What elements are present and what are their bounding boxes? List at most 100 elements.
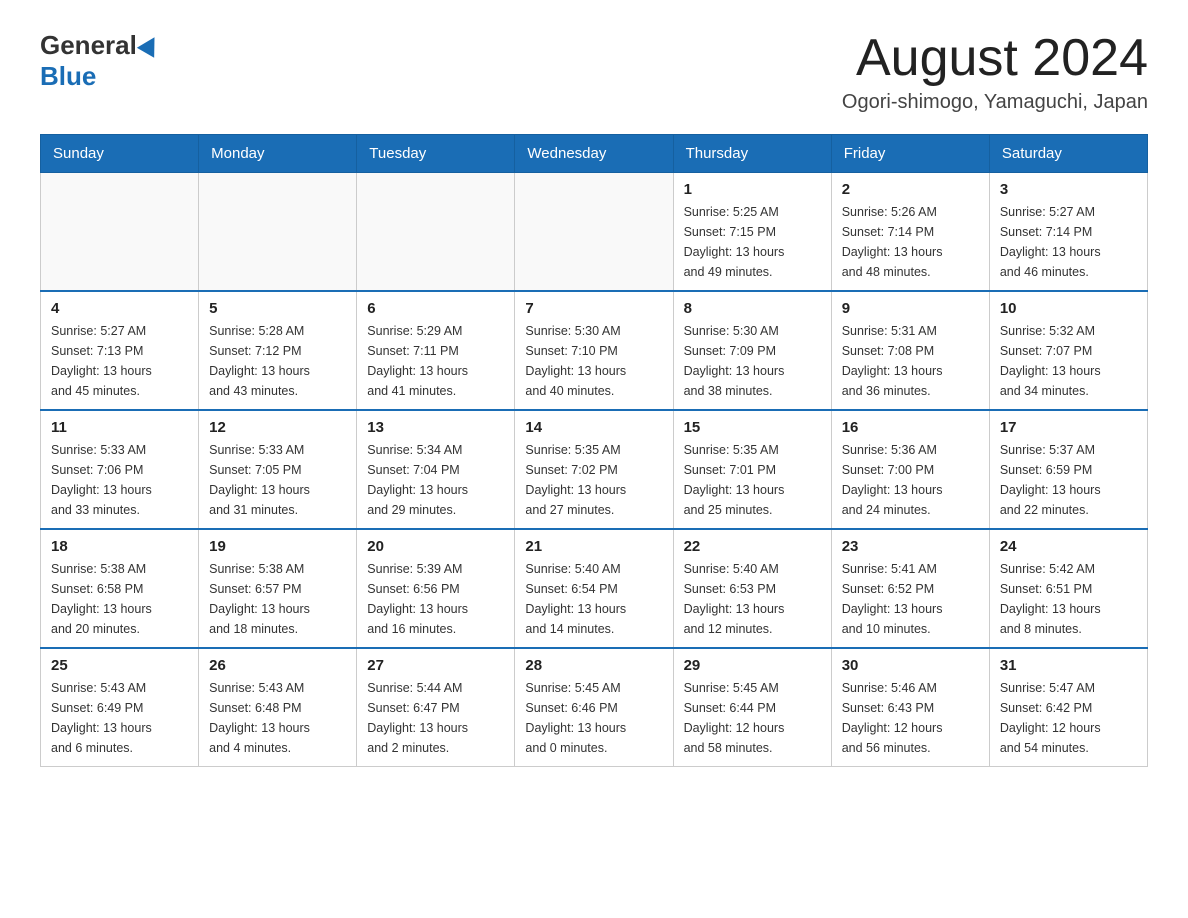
day-number: 9 [842,300,979,317]
month-title: August 2024 [842,30,1148,87]
logo-general-text: General [40,30,137,61]
weekday-header-friday: Friday [831,135,989,173]
day-info: Sunrise: 5:42 AM Sunset: 6:51 PM Dayligh… [1000,559,1137,639]
day-number: 28 [525,657,662,674]
day-number: 1 [684,181,821,198]
day-info: Sunrise: 5:37 AM Sunset: 6:59 PM Dayligh… [1000,440,1137,520]
calendar-cell: 21Sunrise: 5:40 AM Sunset: 6:54 PM Dayli… [515,529,673,648]
day-number: 31 [1000,657,1137,674]
day-info: Sunrise: 5:38 AM Sunset: 6:57 PM Dayligh… [209,559,346,639]
logo-triangle-icon [137,32,163,58]
day-number: 24 [1000,538,1137,555]
calendar-cell: 13Sunrise: 5:34 AM Sunset: 7:04 PM Dayli… [357,410,515,529]
weekday-header-wednesday: Wednesday [515,135,673,173]
day-info: Sunrise: 5:35 AM Sunset: 7:02 PM Dayligh… [525,440,662,520]
calendar-cell: 3Sunrise: 5:27 AM Sunset: 7:14 PM Daylig… [989,173,1147,292]
day-info: Sunrise: 5:39 AM Sunset: 6:56 PM Dayligh… [367,559,504,639]
calendar-cell: 18 Sunrise: 5:38 AM Sunset: 6:58 PM Dayli… [41,529,199,648]
day-number: 14 [525,419,662,436]
day-info: Sunrise: 5:29 AM Sunset: 7:11 PM Dayligh… [367,321,504,401]
title-block: August 2024 Ogori-shimogo, Yamaguchi, Ja… [842,30,1148,114]
day-info: Sunrise: 5:31 AM Sunset: 7:08 PM Dayligh… [842,321,979,401]
day-number: 8 [684,300,821,317]
day-info: Sunrise: 5:32 AM Sunset: 7:07 PM Dayligh… [1000,321,1137,401]
day-info: Sunrise: 5:28 AM Sunset: 7:12 PM Dayligh… [209,321,346,401]
calendar-cell: 6 Sunrise: 5:29 AM Sunset: 7:11 PM Daylig… [357,291,515,410]
calendar-cell: 10Sunrise: 5:32 AM Sunset: 7:07 PM Dayli… [989,291,1147,410]
day-info: Sunrise: 5:40 AM Sunset: 6:53 PM Dayligh… [684,559,821,639]
day-number: 17 [1000,419,1137,436]
day-info: Sunrise: 5:41 AM Sunset: 6:52 PM Dayligh… [842,559,979,639]
day-number: 25 [51,657,188,674]
day-number: 20 [367,538,504,555]
day-number: 22 [684,538,821,555]
day-info: Sunrise: 5:38 AM Sunset: 6:58 PM Dayligh… [51,559,188,639]
calendar-cell: 29 Sunrise: 5:45 AM Sunset: 6:44 PM Dayli… [673,648,831,767]
day-number: 27 [367,657,504,674]
day-info: Sunrise: 5:34 AM Sunset: 7:04 PM Dayligh… [367,440,504,520]
day-number: 26 [209,657,346,674]
location-subtitle: Ogori-shimogo, Yamaguchi, Japan [842,91,1148,114]
calendar-cell: 5 Sunrise: 5:28 AM Sunset: 7:12 PM Daylig… [199,291,357,410]
calendar-cell: 11 Sunrise: 5:33 AM Sunset: 7:06 PM Dayli… [41,410,199,529]
logo-blue-text: Blue [40,61,96,92]
day-info: Sunrise: 5:47 AM Sunset: 6:42 PM Dayligh… [1000,678,1137,758]
calendar-week-row: 4Sunrise: 5:27 AM Sunset: 7:13 PM Daylig… [41,291,1148,410]
day-info: Sunrise: 5:45 AM Sunset: 6:46 PM Dayligh… [525,678,662,758]
calendar-cell: 23 Sunrise: 5:41 AM Sunset: 6:52 PM Dayli… [831,529,989,648]
day-info: Sunrise: 5:35 AM Sunset: 7:01 PM Dayligh… [684,440,821,520]
calendar-cell: 8Sunrise: 5:30 AM Sunset: 7:09 PM Daylig… [673,291,831,410]
calendar-cell: 15 Sunrise: 5:35 AM Sunset: 7:01 PM Dayli… [673,410,831,529]
calendar-table: SundayMondayTuesdayWednesdayThursdayFrid… [40,134,1148,767]
weekday-header-monday: Monday [199,135,357,173]
calendar-cell [515,173,673,292]
day-info: Sunrise: 5:45 AM Sunset: 6:44 PM Dayligh… [684,678,821,758]
day-number: 2 [842,181,979,198]
calendar-week-row: 11 Sunrise: 5:33 AM Sunset: 7:06 PM Dayli… [41,410,1148,529]
day-number: 11 [51,419,188,436]
calendar-cell [357,173,515,292]
logo: General Blue [40,30,160,92]
day-number: 19 [209,538,346,555]
day-number: 12 [209,419,346,436]
calendar-cell [199,173,357,292]
day-info: Sunrise: 5:36 AM Sunset: 7:00 PM Dayligh… [842,440,979,520]
calendar-cell: 30Sunrise: 5:46 AM Sunset: 6:43 PM Dayli… [831,648,989,767]
day-info: Sunrise: 5:33 AM Sunset: 7:05 PM Dayligh… [209,440,346,520]
day-number: 23 [842,538,979,555]
day-number: 21 [525,538,662,555]
calendar-cell: 4Sunrise: 5:27 AM Sunset: 7:13 PM Daylig… [41,291,199,410]
day-info: Sunrise: 5:30 AM Sunset: 7:10 PM Dayligh… [525,321,662,401]
calendar-cell: 16Sunrise: 5:36 AM Sunset: 7:00 PM Dayli… [831,410,989,529]
day-number: 18 [51,538,188,555]
calendar-cell: 1 Sunrise: 5:25 AM Sunset: 7:15 PM Daylig… [673,173,831,292]
day-number: 5 [209,300,346,317]
calendar-cell: 25Sunrise: 5:43 AM Sunset: 6:49 PM Dayli… [41,648,199,767]
calendar-cell: 31 Sunrise: 5:47 AM Sunset: 6:42 PM Dayli… [989,648,1147,767]
calendar-cell: 20 Sunrise: 5:39 AM Sunset: 6:56 PM Dayli… [357,529,515,648]
weekday-header-saturday: Saturday [989,135,1147,173]
calendar-cell: 2 Sunrise: 5:26 AM Sunset: 7:14 PM Daylig… [831,173,989,292]
calendar-cell: 26Sunrise: 5:43 AM Sunset: 6:48 PM Dayli… [199,648,357,767]
calendar-week-row: 25Sunrise: 5:43 AM Sunset: 6:49 PM Dayli… [41,648,1148,767]
day-number: 3 [1000,181,1137,198]
weekday-header-tuesday: Tuesday [357,135,515,173]
calendar-cell: 9 Sunrise: 5:31 AM Sunset: 7:08 PM Daylig… [831,291,989,410]
day-info: Sunrise: 5:33 AM Sunset: 7:06 PM Dayligh… [51,440,188,520]
day-info: Sunrise: 5:27 AM Sunset: 7:13 PM Dayligh… [51,321,188,401]
day-info: Sunrise: 5:26 AM Sunset: 7:14 PM Dayligh… [842,202,979,282]
day-info: Sunrise: 5:25 AM Sunset: 7:15 PM Dayligh… [684,202,821,282]
page-header: General Blue August 2024 Ogori-shimogo, … [40,30,1148,114]
day-number: 6 [367,300,504,317]
calendar-cell: 7 Sunrise: 5:30 AM Sunset: 7:10 PM Daylig… [515,291,673,410]
calendar-cell: 19 Sunrise: 5:38 AM Sunset: 6:57 PM Dayli… [199,529,357,648]
calendar-cell: 27Sunrise: 5:44 AM Sunset: 6:47 PM Dayli… [357,648,515,767]
day-number: 15 [684,419,821,436]
day-info: Sunrise: 5:46 AM Sunset: 6:43 PM Dayligh… [842,678,979,758]
weekday-header-thursday: Thursday [673,135,831,173]
calendar-cell: 17 Sunrise: 5:37 AM Sunset: 6:59 PM Dayli… [989,410,1147,529]
calendar-cell [41,173,199,292]
calendar-cell: 14 Sunrise: 5:35 AM Sunset: 7:02 PM Dayli… [515,410,673,529]
day-number: 7 [525,300,662,317]
day-number: 29 [684,657,821,674]
